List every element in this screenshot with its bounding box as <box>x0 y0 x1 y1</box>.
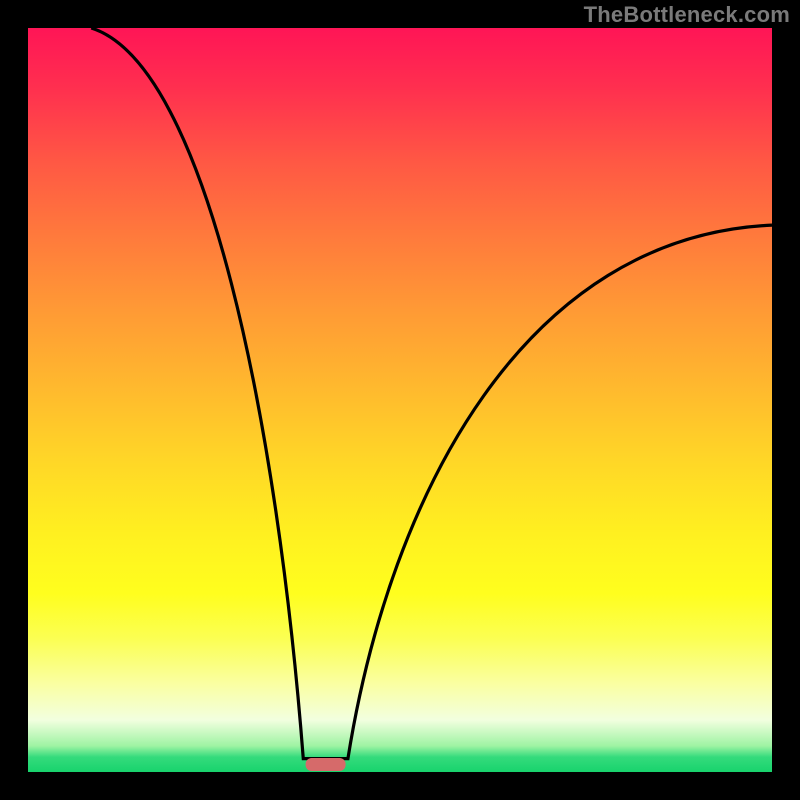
optimum-marker <box>306 758 346 771</box>
watermark-text: TheBottleneck.com <box>584 2 790 28</box>
chart-frame: TheBottleneck.com <box>0 0 800 800</box>
plot-area <box>28 28 772 772</box>
bottleneck-curve <box>28 28 772 772</box>
